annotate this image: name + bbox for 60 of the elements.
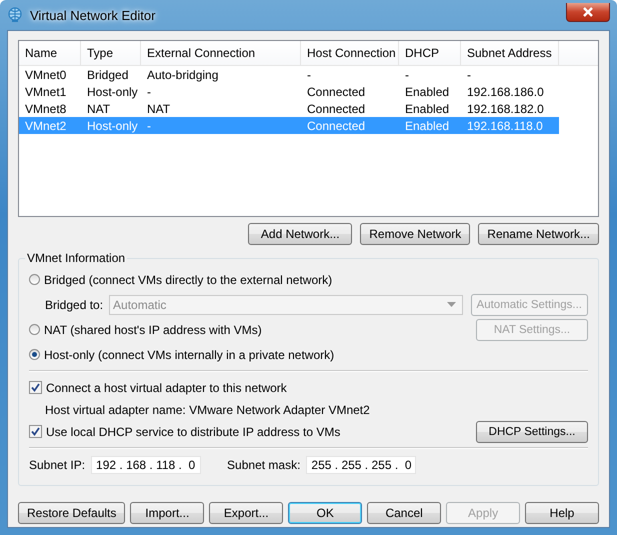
network-button[interactable]: Remove Network [360, 223, 470, 245]
table-cell-text: - [146, 118, 152, 132]
table-cell-text: 192.168.182.0 [466, 102, 545, 116]
table-cell-text: Enabled [404, 118, 450, 132]
table-cell-text: Enabled [404, 102, 450, 116]
table-cell-text: Connected [306, 102, 366, 116]
dropdown-arrow-icon [446, 302, 456, 307]
dhcp-settings-button[interactable]: DHCP Settings... [476, 420, 588, 442]
network-row[interactable]: VMnet0 Bridged Auto-bridging - - - [19, 66, 559, 83]
radio-button[interactable] [29, 349, 40, 360]
column-header[interactable]: Type [81, 41, 141, 65]
window-title: Virtual Network Editor [30, 8, 156, 22]
table-cell-text: Connected [306, 84, 366, 98]
radio-button[interactable] [29, 274, 40, 285]
column-header[interactable]: DHCP [399, 41, 461, 65]
table-cell-text: NAT [146, 102, 172, 116]
table-cell-text: Connected [306, 118, 366, 132]
field-label: Bridged to: [45, 298, 104, 312]
field-label: Subnet IP: [29, 458, 86, 472]
subnet-ip-field[interactable]: 192 . 168 . 118 . 0 [91, 456, 202, 474]
table-cell-text: VMnet8 [24, 102, 68, 116]
table-cell-text: - [466, 68, 472, 82]
column-header[interactable]: External Connection [141, 41, 301, 65]
dialog-button[interactable]: Cancel [367, 502, 442, 524]
network-button[interactable]: Rename Network... [478, 223, 599, 245]
table-cell-text: VMnet1 [24, 84, 68, 98]
column-header[interactable]: Name [19, 41, 81, 65]
table-cell-text: VMnet2 [24, 118, 68, 132]
dialog-button[interactable]: Restore Defaults [18, 502, 126, 524]
subnet-mask-field[interactable]: 255 . 255 . 255 . 0 [306, 456, 416, 474]
table-cell-text: NAT [86, 102, 112, 116]
network-row[interactable]: VMnet8 NAT NAT Connected Enabled 192.168.182.0 [19, 100, 559, 117]
close-button[interactable] [566, 2, 610, 22]
radio-button[interactable] [29, 324, 40, 335]
dialog-button[interactable]: Import... [130, 502, 204, 524]
table-cell-text: - [306, 68, 312, 82]
checkbox[interactable] [29, 381, 42, 394]
dialog-button[interactable]: Export... [209, 502, 284, 524]
column-header[interactable]: Host Connection [301, 41, 399, 65]
group-title: VMnet Information [26, 251, 126, 265]
table-cell-text: VMnet0 [24, 68, 68, 82]
table-cell-text: 192.168.186.0 [466, 84, 545, 98]
dialog-button[interactable]: OK [288, 502, 362, 524]
close-icon [582, 6, 594, 16]
column-header[interactable]: Subnet Address [461, 41, 559, 65]
network-row[interactable]: VMnet1 Host-only - Connected Enabled 192.168.186.0 [19, 83, 559, 100]
globe-icon [7, 7, 23, 23]
checkbox[interactable] [29, 425, 42, 438]
table-cell-text: 192.168.118.0 [466, 118, 544, 132]
table-cell-text: Host-only [86, 118, 139, 132]
adapter-name-text: Host virtual adapter name: VMware Network Adapter VMnet2 [45, 402, 370, 416]
table-cell-text: - [404, 68, 410, 82]
dialog-button[interactable]: Help [525, 502, 599, 524]
table-cell-text: Auto-bridging [146, 68, 220, 82]
network-button[interactable]: Add Network... [248, 223, 352, 245]
table-cell-text: Enabled [404, 84, 450, 98]
field-label: Subnet mask: [227, 458, 300, 472]
table-cell-text: Host-only [86, 84, 139, 98]
table-cell-text: - [146, 84, 152, 98]
table-cell-text: Bridged [86, 68, 130, 82]
